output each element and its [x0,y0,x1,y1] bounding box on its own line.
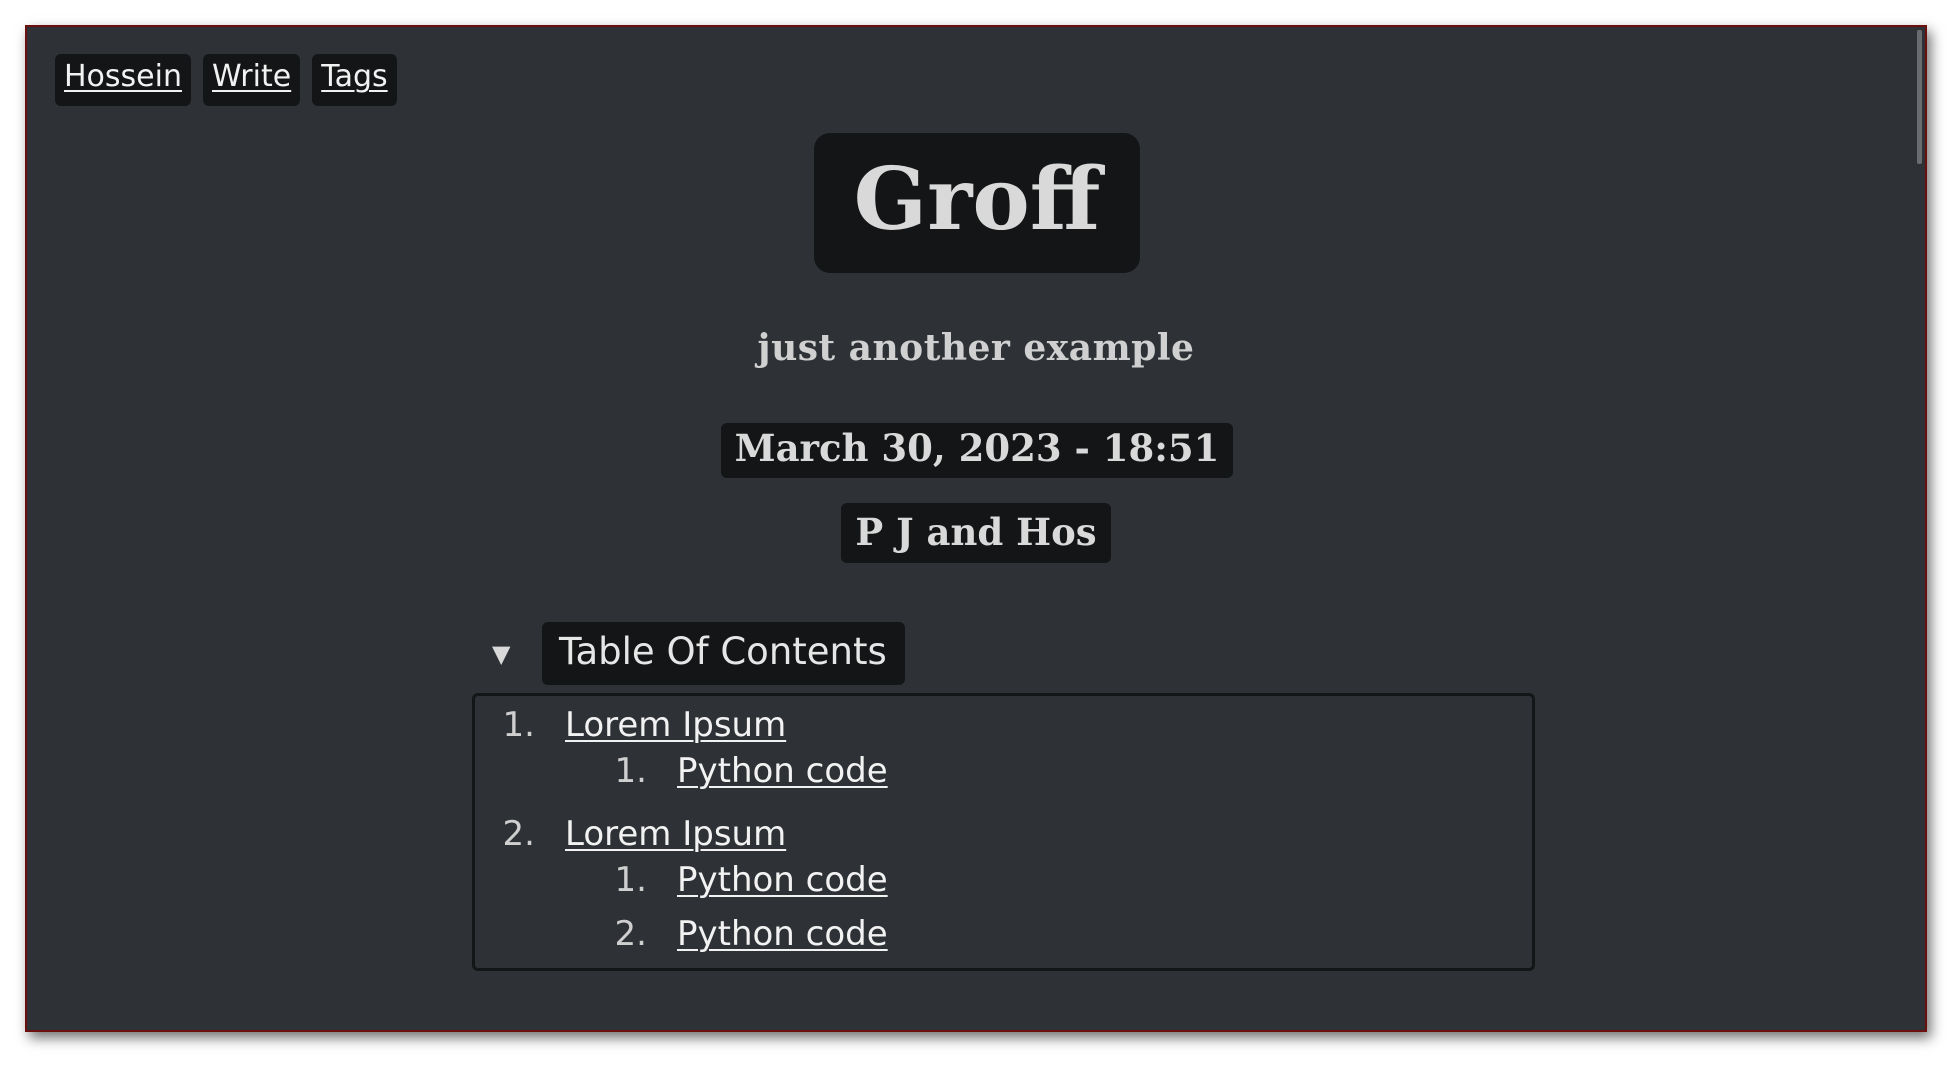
toc-number: 2. [502,814,535,854]
nav-link-tags[interactable]: Tags [312,54,397,106]
post-date: March 30, 2023 - 18:51 [720,423,1234,478]
toc-number: 1. [614,860,647,900]
toc-link[interactable]: Python code [677,917,888,951]
nav-link-hossein[interactable]: Hossein [55,54,191,106]
toc-number: 1. [502,705,535,745]
page-title: Groff [813,133,1141,273]
toc-subitem: 2. Python code [587,917,888,951]
author-container: P J and Hos [27,503,1925,563]
toc-link[interactable]: Python code [677,863,888,897]
post-author: P J and Hos [841,503,1111,563]
date-container: March 30, 2023 - 18:51 [27,423,1925,478]
toc-link[interactable]: Lorem Ipsum [565,817,786,851]
toc-panel: 1. Lorem Ipsum 1. Python code 2. Lorem I… [472,693,1535,971]
browser-window: Hossein Write Tags Groff just another ex… [25,25,1927,1032]
page-subtitle: just another example [27,327,1925,369]
toc-link[interactable]: Lorem Ipsum [565,708,786,742]
toc-title[interactable]: Table Of Contents [542,622,905,685]
top-nav: Hossein Write Tags [55,54,397,106]
toc-number: 1. [614,751,647,791]
toc-subitem: 1. Python code [587,863,888,897]
nav-link-write[interactable]: Write [202,54,301,106]
toc-summary[interactable]: ▼ Table Of Contents [472,622,905,685]
toc-subitem: 1. Python code [587,754,888,788]
toc-number: 2. [614,914,647,954]
subtitle-text: just another example [757,327,1195,369]
toc-item: 1. Lorem Ipsum [475,705,787,745]
triangle-down-icon[interactable]: ▼ [492,640,542,668]
toc-item: 2. Lorem Ipsum [475,814,787,854]
toc-link[interactable]: Python code [677,754,888,788]
title-container: Groff [27,133,1925,273]
